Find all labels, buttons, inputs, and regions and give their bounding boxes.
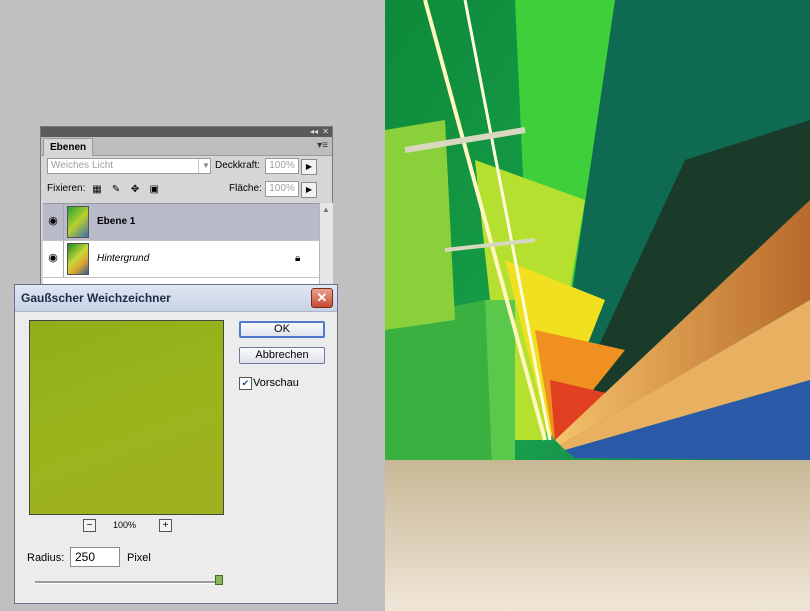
eye-icon[interactable]: ◉ — [45, 251, 61, 265]
preview-area[interactable] — [29, 320, 224, 515]
lock-icon: 🔒︎ — [295, 253, 301, 264]
zoom-out-icon[interactable]: − — [83, 519, 96, 532]
zoom-in-icon[interactable]: + — [159, 519, 172, 532]
ok-button[interactable]: OK — [239, 321, 325, 338]
collapse-icon[interactable]: ◂◂ — [310, 127, 318, 137]
panel-menu-icon[interactable]: ▾≡ — [317, 140, 328, 152]
preview-label: Vorschau — [253, 377, 299, 389]
layer-list: ◉ Ebene 1 ◉ Hintergrund 🔒︎ — [43, 203, 319, 286]
layer-row[interactable]: ◉ Hintergrund 🔒︎ — [43, 241, 319, 278]
opacity-field[interactable]: 100% — [265, 158, 299, 174]
dialog-title: Gaußscher Weichzeichner — [21, 291, 171, 305]
radius-label: Radius: — [27, 552, 65, 564]
divider — [63, 241, 64, 277]
opacity-label: Deckkraft: — [215, 160, 261, 171]
slider-thumb[interactable] — [215, 575, 223, 585]
dialog-titlebar[interactable]: Gaußscher Weichzeichner ✕ — [15, 285, 337, 312]
subway-photo — [385, 0, 810, 611]
fill-arrow-icon[interactable]: ▶ — [301, 182, 317, 198]
scroll-up-icon[interactable]: ▲ — [321, 204, 331, 216]
layer-thumbnail — [67, 206, 89, 238]
close-icon[interactable]: ✕ — [311, 288, 333, 308]
radius-input[interactable] — [70, 547, 120, 567]
zoom-level: 100% — [113, 520, 137, 530]
layer-thumbnail — [67, 243, 89, 275]
divider — [63, 204, 64, 240]
lock-move-icon[interactable]: ✥ — [129, 184, 141, 196]
radius-slider[interactable] — [35, 581, 221, 584]
layer-scrollbar[interactable]: ▲ — [319, 203, 333, 285]
lock-all-icon[interactable]: ▣ — [148, 184, 160, 196]
blend-mode-select[interactable]: Weiches Licht — [47, 158, 211, 174]
tab-layers[interactable]: Ebenen — [43, 138, 94, 156]
lock-label: Fixieren: — [47, 183, 86, 194]
panel-tab-row: Ebenen ▾≡ — [41, 137, 332, 156]
blend-mode-value: Weiches Licht — [51, 160, 114, 171]
layer-name: Hintergrund — [97, 253, 150, 264]
chevron-down-icon[interactable]: ▼ — [198, 159, 213, 173]
layer-row[interactable]: ◉ Ebene 1 — [43, 204, 319, 241]
layers-panel: ◂◂ ✕ Ebenen ▾≡ Weiches Licht ▼ Deckkraft… — [40, 126, 333, 286]
cancel-button[interactable]: Abbrechen — [239, 347, 325, 364]
preview-checkbox[interactable]: ✔ — [239, 377, 252, 390]
gaussian-blur-dialog: Gaußscher Weichzeichner ✕ − 100% + OK Ab… — [14, 284, 338, 604]
zoom-controls: − 100% + — [83, 519, 183, 533]
fill-label: Fläche: — [229, 183, 262, 194]
radius-unit: Pixel — [127, 552, 151, 564]
opacity-arrow-icon[interactable]: ▶ — [301, 159, 317, 175]
layer-name: Ebene 1 — [97, 216, 136, 227]
close-icon[interactable]: ✕ — [322, 127, 329, 137]
lock-brush-icon[interactable]: ✎ — [110, 184, 122, 196]
document-image — [385, 0, 810, 611]
lock-icons: ▦ ✎ ✥ ▣ — [91, 183, 164, 196]
lock-row: Fixieren: ▦ ✎ ✥ ▣ Fläche: 100% ▶ — [45, 181, 328, 199]
eye-icon[interactable]: ◉ — [45, 214, 61, 228]
lock-transparency-icon[interactable]: ▦ — [91, 184, 103, 196]
panel-titlebar[interactable]: ◂◂ ✕ — [41, 127, 332, 137]
fill-field[interactable]: 100% — [265, 181, 299, 197]
blend-row: Weiches Licht ▼ Deckkraft: 100% ▶ — [45, 158, 328, 176]
